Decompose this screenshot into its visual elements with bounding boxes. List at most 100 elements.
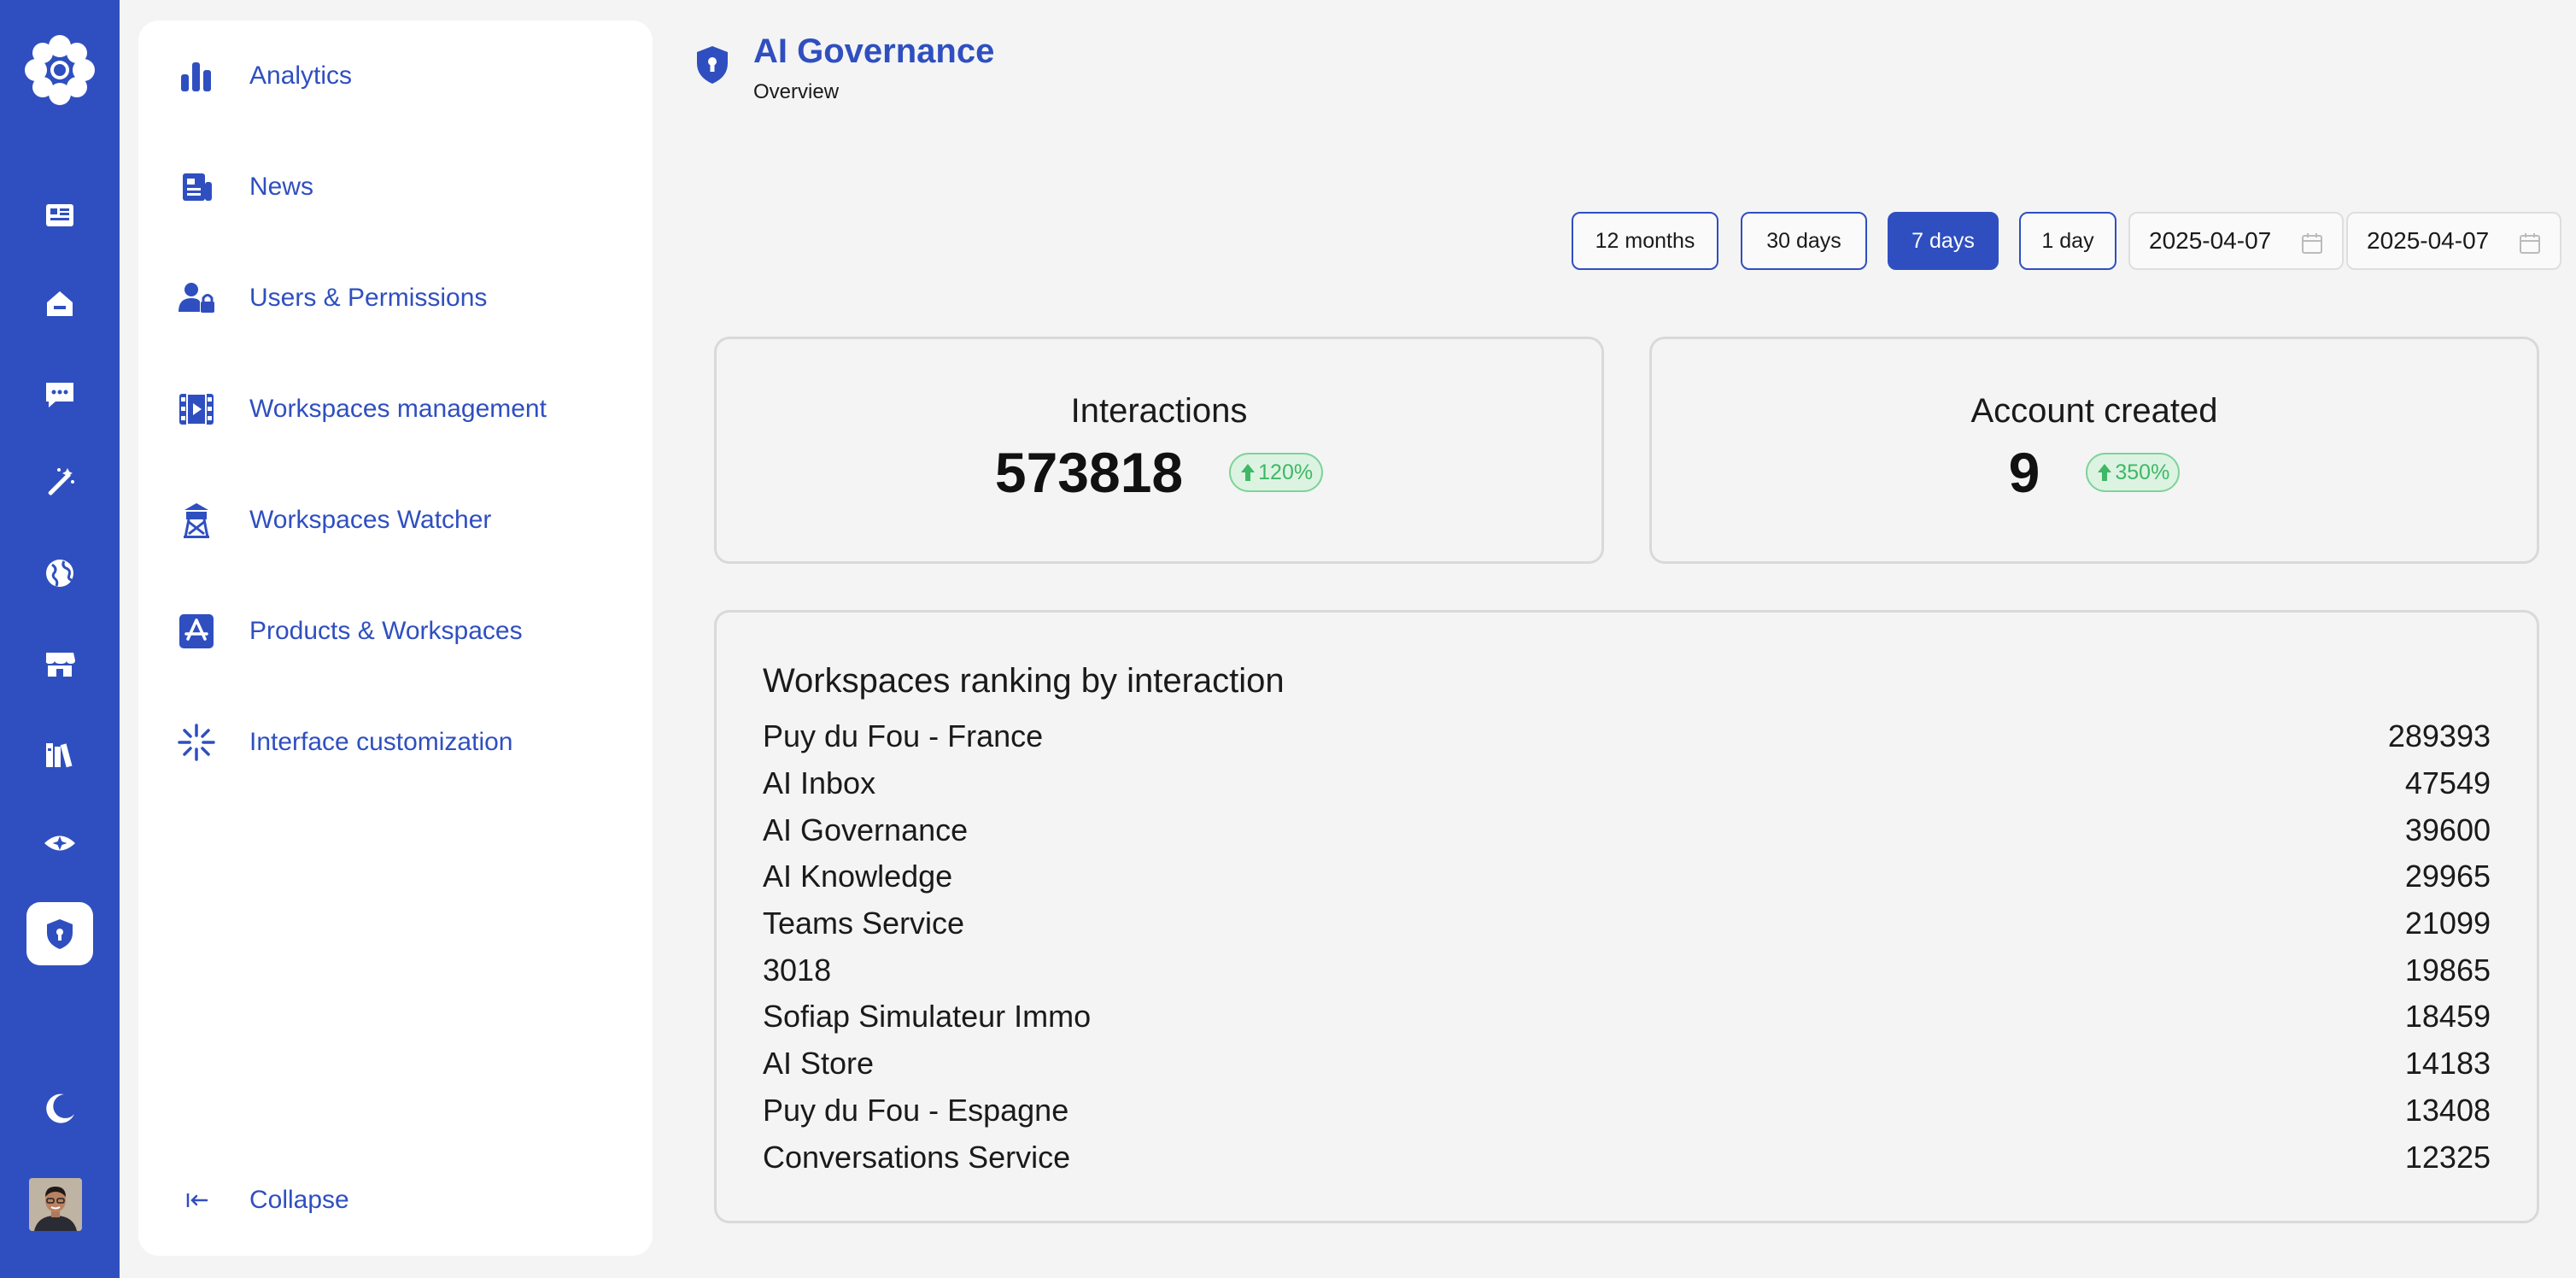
- workspace-count: 39600: [2404, 812, 2491, 847]
- workspace-count: 47549: [2404, 765, 2491, 801]
- list-item: AI Inbox 47549: [763, 760, 2491, 807]
- arrow-up-icon: [2098, 464, 2112, 481]
- range-1-day-button[interactable]: 1 day: [2019, 212, 2116, 270]
- workspace-name: Puy du Fou - Espagne: [763, 1092, 1069, 1128]
- chat-icon: [46, 383, 73, 407]
- sidebar-item-label: News: [249, 173, 314, 201]
- secondary-sidebar: Analytics News Users & Permissions Works…: [138, 21, 653, 1256]
- sparkle-icon: [173, 718, 220, 766]
- collapse-icon: [173, 1176, 220, 1224]
- workspace-count: 14183: [2404, 1046, 2491, 1082]
- sidebar-item-products-workspaces[interactable]: Products & Workspaces: [173, 601, 634, 661]
- collapse-label: Collapse: [249, 1186, 349, 1214]
- workspace-name: Puy du Fou - France: [763, 718, 1044, 754]
- workspace-count: 289393: [2387, 718, 2491, 754]
- range-12-months-button[interactable]: 12 months: [1572, 212, 1718, 270]
- collapse-button[interactable]: Collapse: [173, 1170, 634, 1230]
- change-value: 120%: [1258, 460, 1314, 484]
- workspace-count: 19865: [2404, 952, 2491, 988]
- sidebar-item-analytics[interactable]: Analytics: [173, 46, 634, 106]
- video-frame-icon: [173, 385, 220, 433]
- sidebar-item-label: Analytics: [249, 62, 353, 90]
- sidebar-item-workspaces-management[interactable]: Workspaces management: [173, 379, 634, 439]
- sidebar-item-label: Workspaces management: [249, 395, 547, 423]
- eye-icon: [44, 835, 75, 851]
- list-item: Sofiap Simulateur Immo 18459: [763, 994, 2491, 1041]
- page-title: AI Governance: [753, 32, 995, 70]
- workspace-count: 12325: [2404, 1139, 2491, 1175]
- workspace-count: 21099: [2404, 906, 2491, 941]
- workspace-count: 18459: [2404, 999, 2491, 1035]
- workspace-name: AI Store: [763, 1046, 875, 1082]
- avatar[interactable]: [29, 1178, 82, 1231]
- workspace-name: Conversations Service: [763, 1139, 1071, 1175]
- list-item: AI Knowledge 29965: [763, 853, 2491, 900]
- accounts-card: Account created 9 350%: [1649, 337, 2539, 564]
- accounts-label: Account created: [1970, 392, 2218, 430]
- ranking-card: Workspaces ranking by interaction Puy du…: [714, 610, 2539, 1223]
- ranking-title: Workspaces ranking by interaction: [763, 662, 1285, 700]
- workspace-count: 29965: [2404, 859, 2491, 894]
- range-30-days-button[interactable]: 30 days: [1741, 212, 1867, 270]
- date-to-field[interactable]: 2025-04-07: [2346, 212, 2561, 270]
- home-icon: [47, 291, 73, 316]
- app-rail: [0, 0, 120, 1278]
- workspace-name: Teams Service: [763, 906, 965, 941]
- list-item: 3018 19865: [763, 947, 2491, 994]
- newspaper-icon: [46, 204, 73, 226]
- rail-item-ai-governance[interactable]: [26, 902, 93, 965]
- workspace-name: AI Inbox: [763, 765, 876, 801]
- bar-chart-icon: [173, 52, 220, 100]
- interactions-card: Interactions 573818 120%: [714, 337, 1604, 564]
- sidebar-item-label: Products & Workspaces: [249, 617, 523, 645]
- arrow-up-icon: [1241, 464, 1256, 481]
- calendar-icon: [2302, 233, 2322, 254]
- date-from-field[interactable]: 2025-04-07: [2128, 212, 2344, 270]
- user-avatar-image: [29, 1178, 82, 1231]
- workspace-name: AI Governance: [763, 812, 969, 847]
- date-to-value: 2025-04-07: [2367, 227, 2490, 254]
- sidebar-item-label: Users & Permissions: [249, 284, 488, 312]
- workspace-name: Sofiap Simulateur Immo: [763, 999, 1092, 1035]
- rail-item-chat[interactable]: [26, 362, 93, 425]
- sidebar-item-users-permissions[interactable]: Users & Permissions: [173, 268, 634, 328]
- rail-item-library[interactable]: [26, 723, 93, 786]
- app-logo[interactable]: [24, 34, 96, 106]
- accounts-value: 9: [2008, 441, 2040, 504]
- list-item: Puy du Fou - Espagne 13408: [763, 1087, 2491, 1134]
- workspace-name: AI Knowledge: [763, 859, 953, 894]
- sidebar-item-workspaces-watcher[interactable]: Workspaces Watcher: [173, 490, 634, 550]
- rail-item-home[interactable]: [26, 272, 93, 335]
- change-badge: 120%: [1229, 453, 1324, 492]
- shield-icon: [697, 46, 728, 84]
- sidebar-item-interface-customization[interactable]: Interface customization: [173, 712, 634, 772]
- sidebar-item-label: Interface customization: [249, 728, 513, 756]
- change-value: 350%: [2115, 460, 2170, 484]
- range-7-days-button[interactable]: 7 days: [1888, 212, 1999, 270]
- list-item: AI Store 14183: [763, 1041, 2491, 1087]
- interactions-value: 573818: [994, 441, 1184, 504]
- list-item: Puy du Fou - France 289393: [763, 713, 2491, 760]
- ranking-list: Puy du Fou - France 289393 AI Inbox 47549 …: [763, 713, 2491, 1181]
- magic-wand-icon: [48, 468, 74, 495]
- shield-icon: [47, 919, 73, 949]
- rail-item-eye[interactable]: [26, 812, 93, 875]
- change-badge: 350%: [2086, 453, 2181, 492]
- list-item: Conversations Service 12325: [763, 1134, 2491, 1181]
- rail-item-store[interactable]: [26, 632, 93, 695]
- moon-icon: [46, 1093, 74, 1123]
- rail-item-magic[interactable]: [26, 451, 93, 514]
- rail-item-news[interactable]: [26, 183, 93, 246]
- news-icon: [173, 163, 220, 211]
- store-icon: [45, 653, 75, 677]
- list-item: Teams Service 21099: [763, 900, 2491, 947]
- user-lock-icon: [173, 274, 220, 322]
- globe-icon: [46, 560, 73, 587]
- library-icon: [46, 743, 73, 768]
- app-store-icon: [173, 607, 220, 655]
- theme-toggle[interactable]: [26, 1076, 93, 1140]
- sidebar-item-news[interactable]: News: [173, 157, 634, 217]
- date-from-value: 2025-04-07: [2149, 227, 2272, 254]
- list-item: AI Governance 39600: [763, 806, 2491, 853]
- rail-item-globe[interactable]: [26, 542, 93, 605]
